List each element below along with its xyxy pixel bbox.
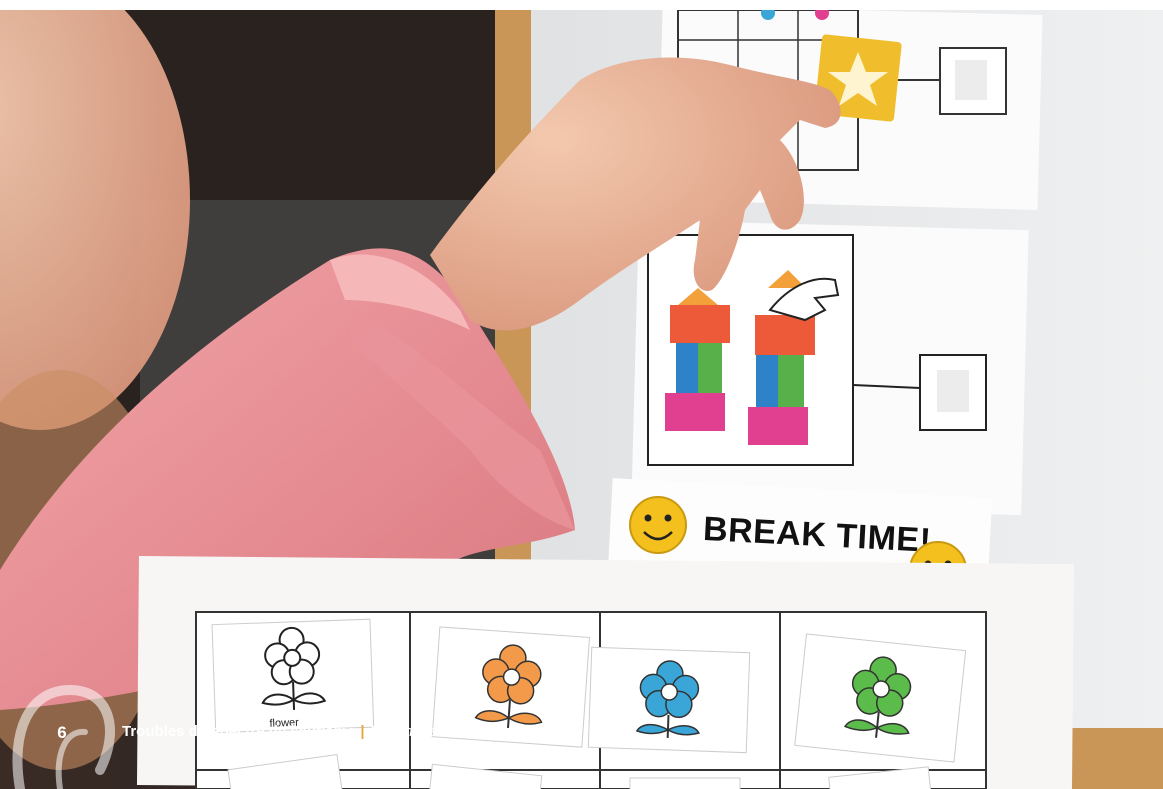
blocks-activity-card (631, 219, 1029, 516)
publication-title: Troubles du spectre de l’autisme (122, 723, 356, 740)
cover-photo: BREAK TIME! flower (0, 10, 1163, 789)
photo-illustration: BREAK TIME! flower (0, 10, 1163, 789)
page-number: 6 (57, 723, 67, 742)
footer-caption: Troubles du spectre de l’autisme | Recomma… (122, 723, 495, 740)
publication-subtitle: Recommandations (369, 723, 495, 740)
page-footer: 6 Troubles du spectre de l’autisme | Recom… (0, 690, 1163, 789)
footer-separator: | (360, 723, 365, 740)
